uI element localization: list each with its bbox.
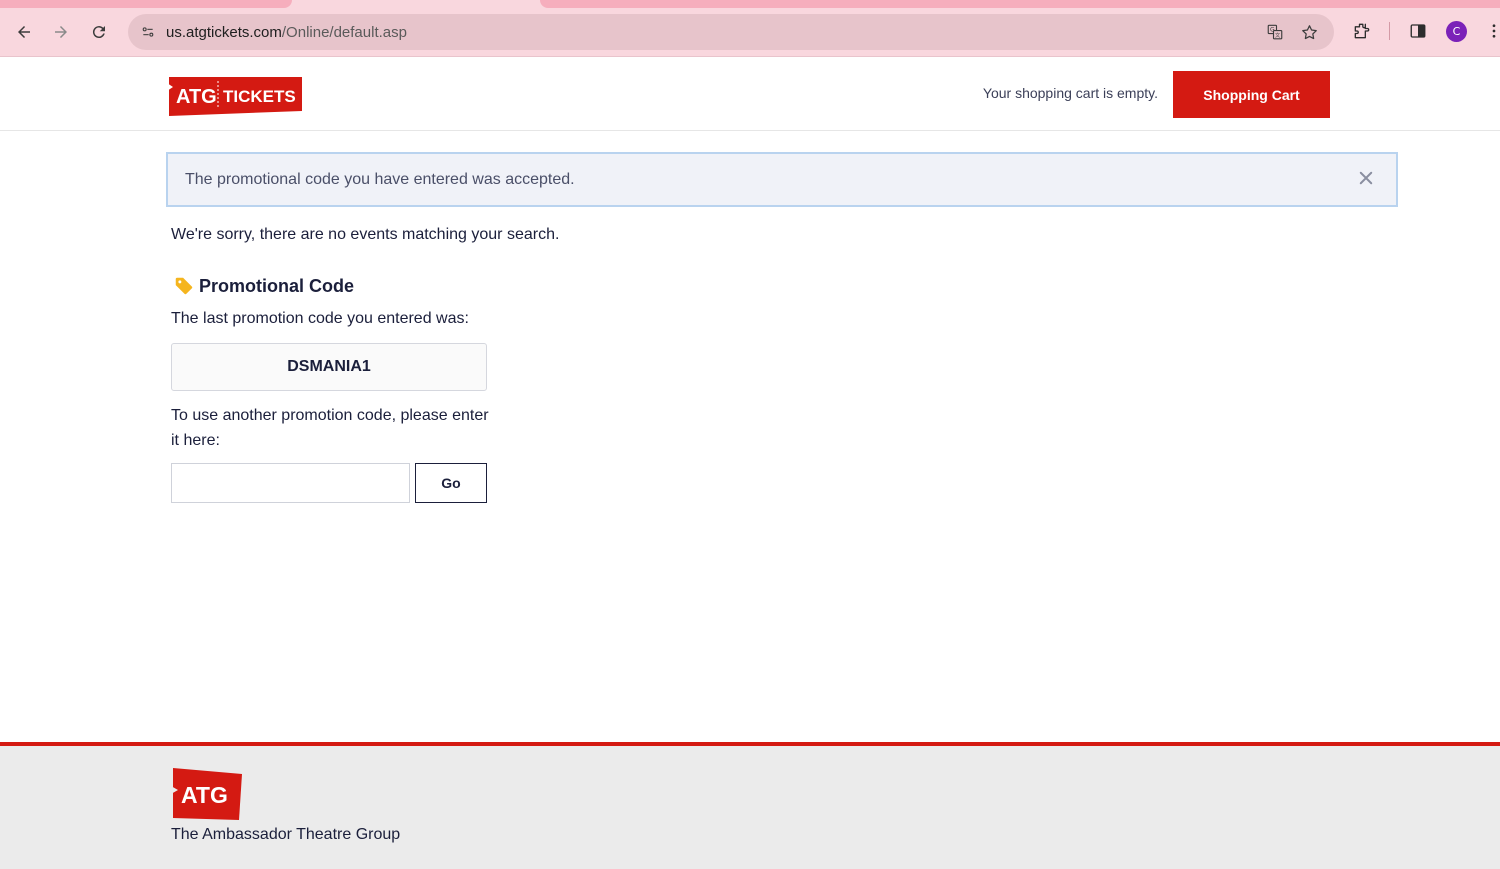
menu-icon[interactable] bbox=[1482, 19, 1500, 43]
go-button[interactable]: Go bbox=[415, 463, 487, 503]
bookmark-star-icon[interactable] bbox=[1298, 21, 1320, 43]
tag-icon bbox=[175, 277, 193, 295]
forward-icon[interactable] bbox=[47, 18, 75, 46]
logo-text-atg: ATG bbox=[176, 86, 217, 108]
atg-footer-logo[interactable]: ATG bbox=[171, 768, 242, 820]
browser-tab-strip bbox=[540, 0, 1500, 8]
alert-message: The promotional code you have entered wa… bbox=[185, 171, 575, 188]
shopping-cart-button[interactable]: Shopping Cart bbox=[1173, 71, 1330, 118]
site-footer: ATG The Ambassador Theatre Group bbox=[0, 742, 1500, 869]
reload-icon[interactable] bbox=[85, 18, 113, 46]
cart-status: Your shopping cart is empty. bbox=[982, 85, 1158, 101]
url-text[interactable]: us.atgtickets.com/Online/default.asp bbox=[166, 24, 407, 41]
url-path: /Online/default.asp bbox=[281, 24, 407, 41]
browser-toolbar: us.atgtickets.com/Online/default.asp G文 … bbox=[0, 0, 1500, 57]
extensions-icon[interactable] bbox=[1350, 19, 1374, 43]
promo-heading: Promotional Code bbox=[173, 275, 354, 297]
atg-tickets-logo[interactable]: ATG TICKETS bbox=[167, 75, 302, 116]
promo-heading-text: Promotional Code bbox=[199, 275, 355, 296]
no-events-message: We're sorry, there are no events matchin… bbox=[171, 226, 560, 243]
another-code-label: To use another promotion code, please en… bbox=[171, 407, 489, 449]
address-bar[interactable]: us.atgtickets.com/Online/default.asp G文 bbox=[128, 14, 1334, 50]
translate-icon[interactable]: G文 bbox=[1264, 21, 1286, 43]
logo-text-tickets: TICKETS bbox=[223, 87, 296, 106]
close-icon[interactable] bbox=[1354, 166, 1378, 190]
url-host: us.atgtickets.com bbox=[166, 24, 282, 41]
site-header: ATG TICKETS Your shopping cart is empty.… bbox=[0, 58, 1500, 131]
profile-avatar[interactable]: C bbox=[1446, 21, 1467, 42]
browser-tab[interactable] bbox=[0, 0, 292, 8]
side-panel-icon[interactable] bbox=[1406, 19, 1430, 43]
last-promo-code: DSMANIA1 bbox=[171, 343, 487, 391]
promo-code-input[interactable] bbox=[171, 463, 410, 503]
back-icon[interactable] bbox=[10, 18, 38, 46]
footer-org-name: The Ambassador Theatre Group bbox=[171, 826, 401, 843]
toolbar-divider bbox=[1389, 22, 1390, 40]
promo-accepted-alert: The promotional code you have entered wa… bbox=[166, 152, 1398, 207]
site-info-icon[interactable] bbox=[136, 20, 160, 44]
last-code-label: The last promotion code you entered was: bbox=[171, 310, 469, 327]
footer-logo-text: ATG bbox=[181, 782, 228, 808]
